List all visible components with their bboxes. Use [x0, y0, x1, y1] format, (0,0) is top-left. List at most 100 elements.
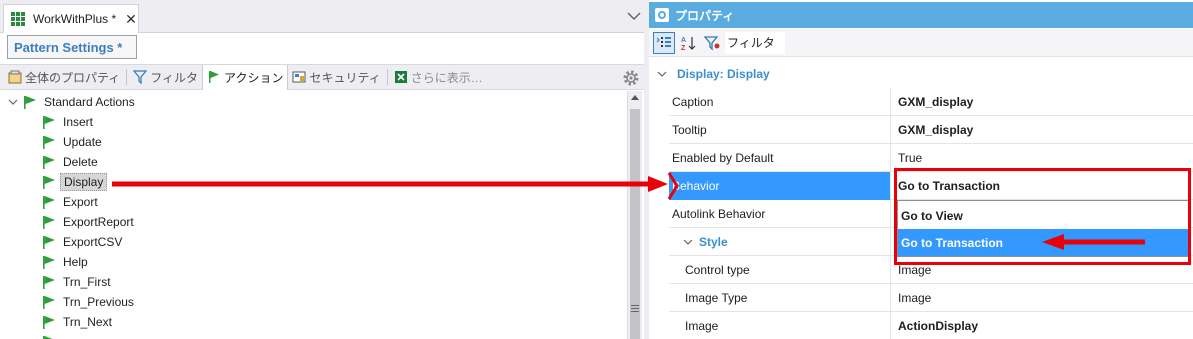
property-row-behavior[interactable]: Behavior Go to Transaction — [669, 172, 1193, 200]
flag-icon — [43, 115, 55, 129]
chevron-down-icon[interactable] — [8, 97, 18, 107]
tree-item-label: Display — [60, 173, 108, 191]
tree-item-label: Standard Actions — [44, 95, 135, 109]
gear-icon[interactable] — [622, 69, 640, 87]
style-group-text: Style — [699, 235, 728, 249]
dropdown-option-go-to-transaction[interactable]: Go to Transaction — [898, 229, 1188, 256]
property-value[interactable]: Image — [891, 256, 1193, 284]
tree-item[interactable]: Trn_Previous — [43, 292, 137, 312]
toolbar-divider — [386, 69, 388, 85]
scroll-up-icon[interactable] — [631, 95, 639, 100]
property-name: Caption — [669, 88, 891, 116]
property-value[interactable]: True — [891, 144, 1193, 172]
flag-icon — [43, 315, 55, 329]
properties-toolbar: A Z フィルタ — [649, 29, 1193, 57]
tree-item[interactable]: ExportReport — [43, 212, 137, 232]
property-row-image[interactable]: Image ActionDisplay — [669, 312, 1193, 339]
chevron-down-icon[interactable] — [626, 8, 642, 24]
tree-item-partial[interactable] — [43, 332, 60, 339]
property-row-enabled-by-default[interactable]: Enabled by Default True — [669, 144, 1193, 172]
flag-icon — [43, 255, 55, 269]
toolbar-label: 全体のプロパティ — [25, 70, 121, 85]
toolbar-all-properties[interactable]: 全体のプロパティ — [4, 65, 124, 89]
flag-icon — [43, 175, 55, 189]
category-label: Display: Display — [677, 66, 770, 81]
toolbar-show-more[interactable]: さらに表示… — [390, 65, 487, 89]
toolbar-label: アクション — [224, 70, 284, 85]
tree-item-selected[interactable]: Display — [43, 172, 108, 192]
close-icon[interactable]: ✕ — [125, 11, 137, 28]
tree-item[interactable]: Trn_Next — [43, 312, 115, 332]
behavior-dropdown-list: Go to View Go to Transaction — [897, 200, 1189, 257]
tree-item-label: Trn_Next — [63, 315, 112, 329]
svg-text:Z: Z — [681, 45, 686, 51]
properties-pane: プロパティ A Z フィルタ Display: Display Caption … — [649, 0, 1193, 339]
left-pane: WorkWithPlus * ✕ Pattern Settings * 全体のプ… — [0, 0, 648, 339]
property-row-image-type[interactable]: Image Type Image — [669, 284, 1193, 312]
tree-item-label: Delete — [63, 155, 98, 169]
tree-item[interactable]: Delete — [43, 152, 101, 172]
dropdown-option-go-to-view[interactable]: Go to View — [898, 202, 1188, 229]
properties-gear-icon — [655, 8, 669, 22]
sort-az-icon: A Z — [681, 36, 696, 51]
properties-icon — [8, 70, 22, 84]
grid-icon — [11, 12, 25, 26]
toolbar-label: さらに表示… — [410, 70, 483, 85]
style-group-label: Style — [669, 228, 891, 256]
flag-icon — [43, 295, 55, 309]
property-value[interactable]: Image — [891, 284, 1193, 312]
tree-item[interactable]: ExportCSV — [43, 232, 125, 252]
flag-icon — [43, 215, 55, 229]
toolbar-divider — [126, 69, 128, 85]
property-row-caption[interactable]: Caption GXM_display — [669, 88, 1193, 116]
document-tabstrip: WorkWithPlus * ✕ — [0, 0, 648, 33]
pattern-settings-button[interactable]: Pattern Settings * — [7, 35, 137, 59]
property-value[interactable]: ActionDisplay — [891, 312, 1193, 339]
flag-icon — [43, 235, 55, 249]
flag-icon — [43, 275, 55, 289]
tree-item[interactable]: Export — [43, 192, 101, 212]
toolbar-security[interactable]: セキュリティ — [288, 65, 384, 89]
property-row-control-type[interactable]: Control type Image — [669, 256, 1193, 284]
toolbar-filter[interactable]: フィルタ — [129, 65, 202, 89]
behavior-value-select[interactable]: Go to Transaction — [891, 172, 1193, 200]
categorized-view-button[interactable] — [653, 31, 675, 54]
flag-icon — [43, 135, 55, 149]
chevron-down-icon[interactable] — [683, 237, 693, 247]
property-value[interactable]: GXM_display — [891, 116, 1193, 144]
tree-item-label: Insert — [63, 115, 94, 129]
category-header[interactable]: Display: Display — [649, 60, 1193, 87]
tree-item[interactable]: Trn_First — [43, 272, 114, 292]
tree-root[interactable]: Standard Actions — [8, 92, 138, 112]
property-name: Tooltip — [669, 116, 891, 144]
security-icon — [292, 71, 306, 83]
svg-text:A: A — [681, 37, 686, 44]
tree-item-label: ExportCSV — [63, 235, 123, 249]
property-name: Image — [669, 312, 891, 339]
property-value[interactable]: GXM_display — [891, 88, 1193, 116]
alphabetical-view-button[interactable]: A Z — [677, 32, 699, 54]
filter-input[interactable]: フィルタ — [725, 31, 785, 54]
tree-scrollbar[interactable] — [627, 91, 642, 339]
tree-item[interactable]: Update — [43, 132, 105, 152]
chevron-down-icon[interactable] — [657, 69, 667, 79]
tree-item-label: Trn_First — [63, 275, 111, 289]
property-row-tooltip[interactable]: Tooltip GXM_display — [669, 116, 1193, 144]
property-name: Control type — [669, 256, 891, 284]
toolbar-actions[interactable]: アクション — [202, 64, 289, 90]
tree-item-label: Export — [63, 195, 98, 209]
actions-tree: Standard Actions Insert Update Delete Di… — [0, 91, 628, 339]
flag-icon — [43, 195, 55, 209]
flag-icon — [24, 95, 36, 109]
tab-title: WorkWithPlus * — [33, 12, 117, 26]
scroll-grip-icon — [631, 305, 639, 312]
filter-toggle-button[interactable] — [701, 32, 723, 54]
document-tab[interactable]: WorkWithPlus * ✕ — [3, 4, 139, 33]
properties-title: プロパティ — [675, 8, 735, 23]
tree-item[interactable]: Help — [43, 252, 91, 272]
property-name: Image Type — [669, 284, 891, 312]
excel-icon — [394, 71, 407, 83]
tree-item[interactable]: Insert — [43, 112, 96, 132]
property-name: Behavior — [669, 172, 891, 200]
toolbar-label: セキュリティ — [309, 70, 381, 85]
